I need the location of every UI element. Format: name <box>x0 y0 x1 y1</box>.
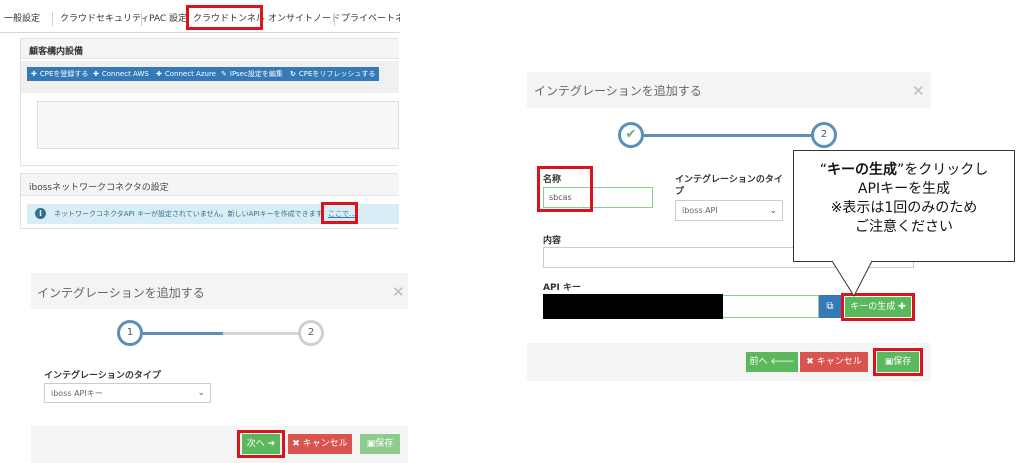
cancel-button[interactable]: ✖ キャンセル <box>800 352 868 372</box>
copy-icon: ⧉ <box>826 301 834 312</box>
step-progress-line <box>143 332 223 335</box>
connect-aws-button[interactable]: ✚ Connect AWS <box>89 67 153 81</box>
x-icon: ✖ <box>292 439 300 449</box>
callout-line3: ※表示は1回のみのため <box>830 200 978 216</box>
instruction-callout: “キーの生成”をクリックし APIキーを生成 ※表示は1回のみのため ご注意くだ… <box>793 150 1015 262</box>
highlight-cloud-tunnel-tab <box>186 5 263 30</box>
tab-separator <box>52 12 53 26</box>
callout-line1: “キーの生成”をクリックし <box>819 162 989 178</box>
cpe-list-area <box>37 101 399 149</box>
highlight-name-field <box>537 166 593 212</box>
modal-step2-footer <box>527 343 931 381</box>
callout-bold: キーの生成 <box>827 162 897 178</box>
customer-equipment-title: 顧客構内設備 <box>29 47 84 57</box>
edit-ipsec-button[interactable]: ✎ IPsec設定を編集 <box>217 67 287 81</box>
register-cpe-button[interactable]: ✚ CPEを登録する <box>27 67 93 81</box>
step-2-indicator: 2 <box>298 320 324 346</box>
integration-type-label: インテグレーションのタイプ <box>44 371 161 381</box>
check-icon: ✔ <box>618 122 644 148</box>
content-label: 内容 <box>543 236 562 246</box>
integration-type-label: インテグレーションのタイ <box>675 175 783 185</box>
step-1-indicator: 1 <box>117 320 143 346</box>
x-icon: ✖ <box>806 357 814 367</box>
integration-type-label-wrap: プ <box>675 187 685 197</box>
api-key-label: API キー <box>543 283 582 293</box>
chevron-down-icon: ⌄ <box>197 388 205 398</box>
integration-type-select[interactable]: iboss API ⌄ <box>675 200 783 221</box>
info-text: ネットワークコネクタAPI キーが設定されていません。新しいAPIキーを作成でき… <box>54 210 323 218</box>
refresh-cpe-button[interactable]: ↻ CPEをリフレッシュする <box>286 67 380 81</box>
close-icon[interactable]: ✕ <box>392 283 405 301</box>
redacted-api-key <box>543 294 723 319</box>
tab-pac[interactable]: PAC 設定 <box>149 6 187 32</box>
step-progress-line <box>644 134 814 137</box>
arrow-left-icon: 🡐 <box>770 357 795 367</box>
tab-private[interactable]: プライベートネッ <box>341 6 400 32</box>
integration-type-select[interactable]: iboss APIキー ⌄ <box>44 383 211 403</box>
chevron-down-icon: ⌄ <box>769 205 777 216</box>
step-remaining-line <box>223 332 300 335</box>
highlight-save-button <box>873 348 923 376</box>
customer-equipment-panel: 顧客構内設備 ✚ CPEを登録する ✚ Connect AWS ✚ Connect A… <box>20 38 399 166</box>
tab-separator <box>141 12 142 26</box>
prev-button[interactable]: 前へ 🡐 <box>746 352 798 372</box>
tab-cloud-security[interactable]: クラウドセキュリティ <box>60 6 149 32</box>
callout-pointer <box>831 260 873 298</box>
tab-general[interactable]: 一般設定 <box>4 6 40 32</box>
connector-settings-title: ibossネットワークコネクタの設定 <box>29 183 169 193</box>
info-icon: i <box>35 208 46 219</box>
save-button[interactable]: ▣保存 <box>360 434 400 454</box>
floppy-icon: ▣ <box>366 439 376 449</box>
callout-line2: APIキーを生成 <box>857 181 951 197</box>
tab-onsite-node[interactable]: オンサイトノード <box>268 6 340 32</box>
highlight-next-button <box>237 430 285 458</box>
connect-azure-button[interactable]: ✚ Connect Azure <box>152 67 220 81</box>
close-icon[interactable]: ✕ <box>912 82 925 100</box>
cancel-button[interactable]: ✖ キャンセル <box>288 434 352 454</box>
modal-step1-title: インテグレーションを追加する <box>37 286 205 300</box>
highlight-link <box>321 202 358 224</box>
modal-step2-title: インテグレーションを追加する <box>534 84 702 98</box>
tab-separator <box>334 12 335 26</box>
step-2-indicator: 2 <box>811 122 837 148</box>
callout-line4: ご注意ください <box>855 219 953 235</box>
